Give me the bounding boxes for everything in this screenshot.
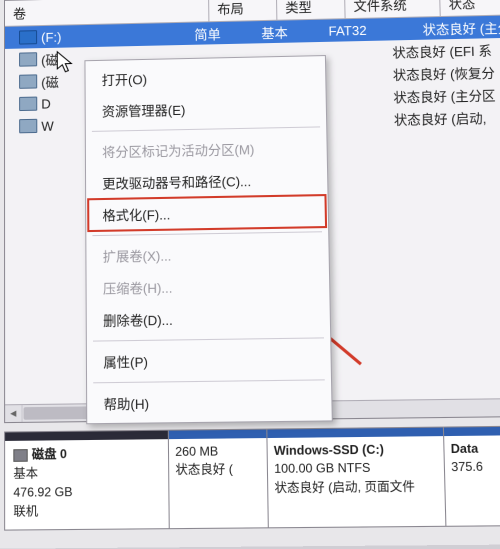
partition-name: Windows-SSD (C:) [274,440,438,460]
vol-label: D [41,96,51,111]
disk-state: 联机 [13,501,160,521]
cell: 状态良好 (主分区 [414,17,500,38]
scroll-thumb[interactable] [24,406,96,419]
disk-title: 磁盘 0 [32,447,67,462]
volume-icon [19,119,37,134]
menu-explorer[interactable]: 资源管理器(E) [88,91,324,127]
menu-separator [93,337,324,341]
disk-header[interactable]: 磁盘 0 基本 476.92 GB 联机 [5,431,170,530]
menu-open[interactable]: 打开(O) [87,59,323,95]
partition[interactable]: 260 MB 状态良好 ( [169,430,269,529]
cell: 状态良好 (主分区 [385,84,500,106]
menu-extend: 扩展卷(X)... [88,236,326,272]
menu-help[interactable]: 帮助(H) [89,385,329,420]
volume-icon [19,74,37,88]
col-layout[interactable]: 布局 [209,0,277,21]
cell: 基本 [253,21,320,42]
partition-status: 状态良好 (启动, 页面文件 [274,477,438,497]
col-type[interactable]: 类型 [277,0,346,20]
disk-size: 476.92 GB [13,481,160,501]
partition[interactable]: Windows-SSD (C:) 100.00 GB NTFS 状态良好 (启动… [267,428,446,528]
scroll-left-icon[interactable]: ◄ [5,405,22,422]
cell: 状态良好 (EFI 系 [384,39,500,61]
menu-format[interactable]: 格式化(F)... [88,195,326,231]
menu-shrink: 压缩卷(H)... [89,268,328,304]
volume-icon [19,97,37,112]
menu-delete[interactable]: 删除卷(D)... [89,301,328,337]
menu-properties[interactable]: 属性(P) [89,343,329,379]
partition-status: 状态良好 ( [175,461,260,480]
cursor-icon [56,50,76,77]
volume-icon [19,52,37,66]
disk-kind: 基本 [13,462,160,482]
menu-separator [93,379,325,383]
menu-separator [92,126,320,132]
partition-name: Data [451,440,500,459]
cell: 状态良好 (启动, [385,107,500,129]
menu-separator [92,231,322,236]
menu-mark-active: 将分区标记为活动分区(M) [88,131,325,167]
partition[interactable]: Data 375.6 [444,427,500,526]
menu-change-letter[interactable]: 更改驱动器号和路径(C)... [88,163,325,199]
partition-size: 100.00 GB NTFS [274,459,438,479]
cell: 简单 [186,23,253,44]
partition-size: 375.6 [451,458,500,477]
vol-label: (F:) [41,29,61,45]
vol-label: W [41,118,53,133]
partition-size: 260 MB [175,442,260,461]
col-fs[interactable]: 文件系统 [345,0,441,18]
cell: 状态良好 (恢复分 [384,62,500,84]
disk-management-window: 卷 布局 类型 文件系统 状态 (F:) 简单 基本 FAT32 状态良好 (主… [0,0,500,549]
col-status[interactable]: 状态 [440,0,500,16]
volume-icon [19,30,37,44]
disk-layout: 磁盘 0 基本 476.92 GB 联机 260 MB 状态良好 ( Windo… [4,426,500,531]
context-menu: 打开(O) 资源管理器(E) 将分区标记为活动分区(M) 更改驱动器号和路径(C… [84,55,332,424]
cell: FAT32 [320,21,414,38]
disk-icon [13,449,27,462]
